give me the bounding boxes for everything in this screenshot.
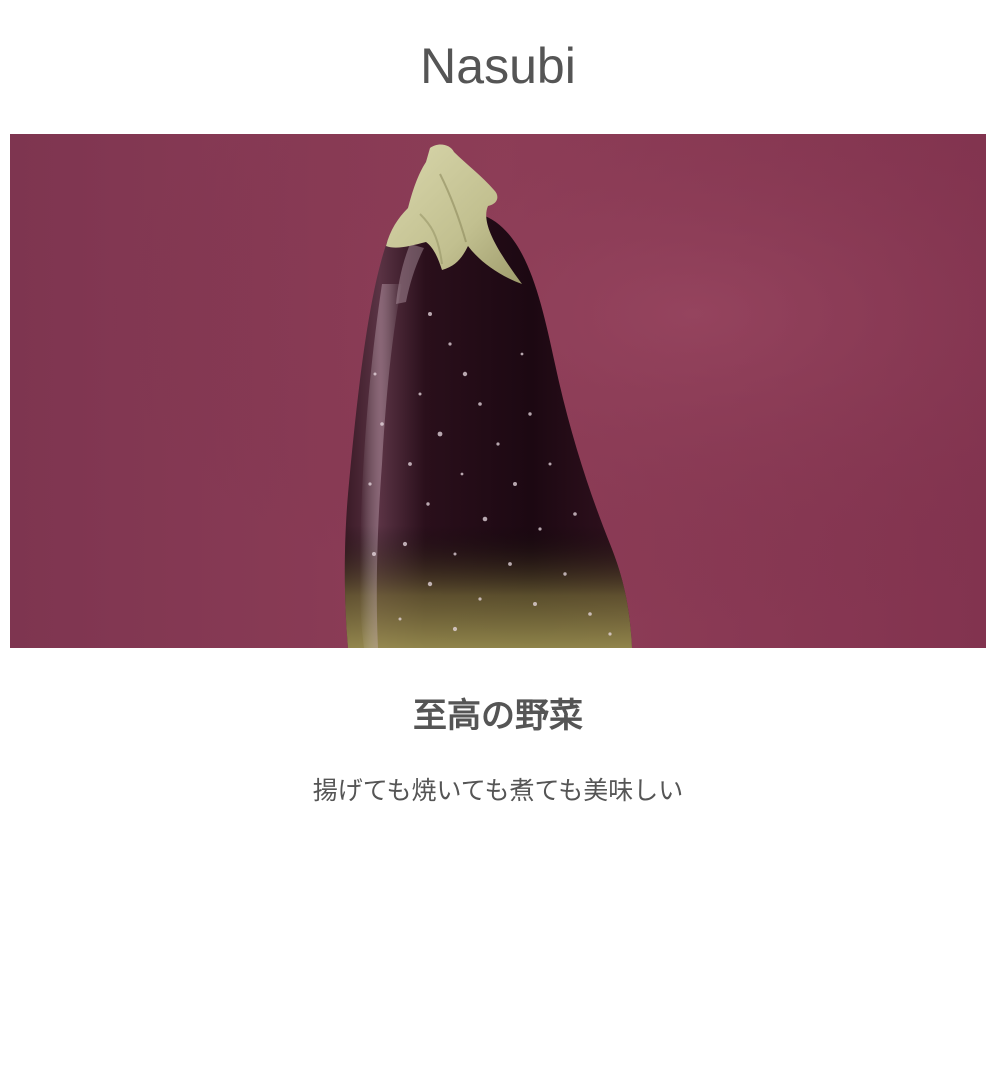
page: Nasubi 至高の野菜 揚げても焼いても煮ても美味しい (0, 0, 996, 1070)
headline: 至高の野菜 (413, 696, 583, 736)
eggplant-photo (10, 134, 986, 648)
site-title: Nasubi (420, 38, 576, 94)
tagline: 揚げても焼いても煮ても美味しい (312, 776, 684, 805)
hero-image (10, 134, 986, 648)
